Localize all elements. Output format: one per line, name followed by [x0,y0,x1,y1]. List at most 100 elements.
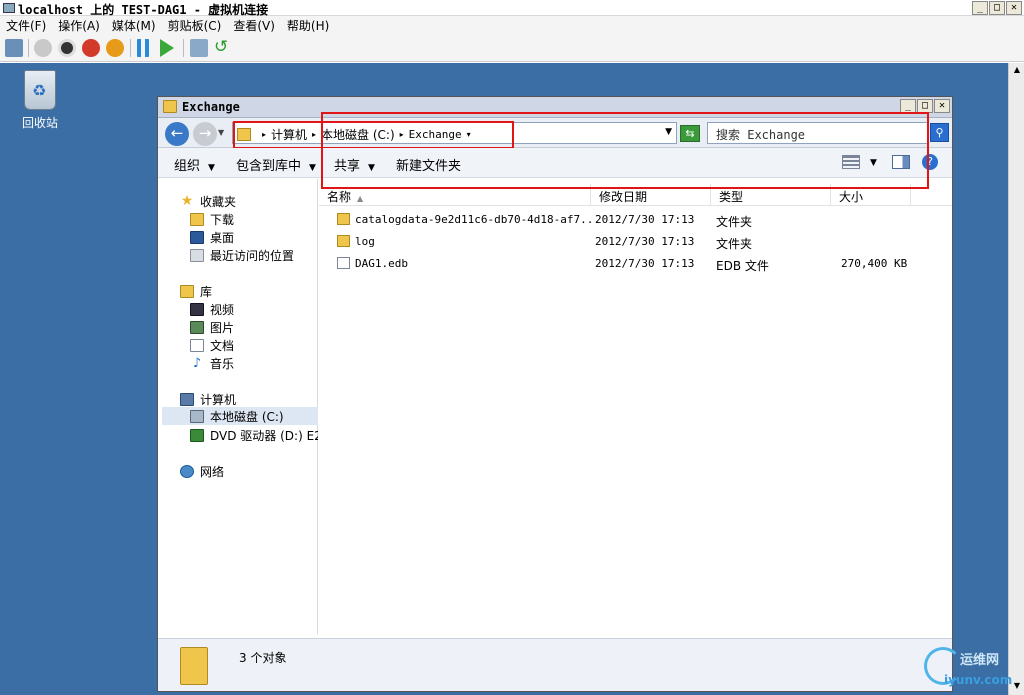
search-icon[interactable]: ⚲ [930,123,949,142]
forward-button[interactable]: → [193,122,217,146]
nav-local-disk-label: 本地磁盘 (C:) [210,409,284,424]
toolbar-separator [28,39,29,57]
recycle-bin-label: 回收站 [21,116,58,130]
folder-icon [337,235,350,247]
explorer-minimize-button[interactable]: _ [900,99,916,113]
nav-computer[interactable]: 计算机 [180,391,236,408]
explorer-maximize-button[interactable]: □ [917,99,933,113]
nav-favorites-label: 收藏夹 [200,195,237,209]
file-list-pane: 名称 ▲ 修改日期 类型 大小 catalogdata-9e2d11c6-db70… [319,179,952,634]
revert-icon[interactable]: ↺ [214,39,232,57]
navigation-pane: ★ 收藏夹 下载 桌面 最近访问的位置 库 视频 图片 文档 ♪ 音乐 计算机 本地… [158,179,318,634]
network-icon [180,465,194,478]
folder-icon [180,647,208,685]
vm-toolbar: ↺ [0,34,1024,62]
watermark-url: iyunv.com [944,673,1013,687]
nav-computer-label: 计算机 [200,393,237,407]
drive-icon [190,409,204,423]
start-icon[interactable] [34,39,52,57]
nav-desktop[interactable]: 桌面 [190,229,234,246]
shutdown-icon[interactable] [82,39,100,57]
chevron-down-icon: ▼ [208,163,215,173]
computer-icon [180,393,194,406]
library-icon [180,285,194,298]
back-button[interactable]: ← [165,122,189,146]
nav-videos[interactable]: 视频 [190,301,234,318]
documents-icon [190,339,204,352]
nav-dvd-drive-label: DVD 驱动器 (D:) E2 [210,429,318,443]
watermark-text: 运维网 [960,653,1000,668]
toolbar-separator [130,39,131,57]
folder-icon [163,100,177,113]
nav-local-disk[interactable]: 本地磁盘 (C:) [162,407,318,425]
column-name-label: 名称 [327,190,352,204]
nav-documents[interactable]: 文档 [190,337,234,354]
nav-downloads[interactable]: 下载 [190,211,234,228]
nav-recent-places[interactable]: 最近访问的位置 [190,247,294,264]
desktop-scrollbar[interactable]: ▲ ▼ [1008,63,1024,695]
explorer-close-button[interactable]: ✕ [934,99,950,113]
menu-help[interactable]: 帮助(H) [281,16,335,34]
nav-recent-places-label: 最近访问的位置 [210,249,295,263]
table-row[interactable]: DAG1.edb 2012/7/30 17:13 EDB 文件 270,400 … [319,253,919,275]
music-icon: ♪ [192,356,202,371]
nav-desktop-label: 桌面 [210,231,235,245]
recent-pages-chevron-icon[interactable]: ▼ [218,128,224,137]
nav-documents-label: 文档 [210,339,235,353]
menu-clipboard[interactable]: 剪贴板(C) [162,16,228,34]
video-icon [190,303,204,316]
table-row[interactable]: catalogdata-9e2d11c6-db70-4d18-af7... 20… [319,209,919,231]
nav-pictures-label: 图片 [210,321,235,335]
menu-view[interactable]: 查看(V) [227,16,281,34]
file-size: 270,400 KB [841,257,908,270]
menu-action[interactable]: 操作(A) [52,16,106,34]
table-row[interactable]: log 2012/7/30 17:13 文件夹 [319,231,919,253]
vm-connection-icon [3,3,15,13]
menu-file[interactable]: 文件(F) [0,16,52,34]
vm-titlebar: localhost 上的 TEST-DAG1 - 虚拟机连接 _ □ ✕ [0,0,1024,17]
nav-pictures[interactable]: 图片 [190,319,234,336]
file-date: 2012/7/30 17:13 [595,257,695,270]
dvd-drive-icon [190,429,204,442]
include-in-library-button[interactable]: 包含到库中 ▼ [236,155,316,174]
nav-network-label: 网络 [200,465,225,479]
pause-icon[interactable] [137,39,149,57]
explorer-window: Exchange _ □ ✕ ← → ▼ ▸ 计算机 ▸ 本地磁盘 (C:) ▸… [157,96,953,692]
file-type: 文件夹 [716,215,753,229]
pictures-icon [190,321,204,334]
desktop-icon [190,231,204,244]
nav-network[interactable]: 网络 [180,463,224,480]
file-name: log [355,235,375,248]
nav-music[interactable]: ♪ 音乐 [190,355,234,372]
recycle-bin[interactable]: 回收站 [16,70,64,131]
nav-dvd-drive[interactable]: DVD 驱动器 (D:) E2 [190,427,318,444]
explorer-title: Exchange [182,100,240,114]
explorer-window-controls: _ □ ✕ [900,99,950,113]
vm-window-controls: _ □ ✕ [972,1,1022,15]
vm-menubar: 文件(F) 操作(A) 媒体(M) 剪贴板(C) 查看(V) 帮助(H) [0,16,1024,34]
file-highlight-box [321,112,929,189]
details-pane: 3 个对象 [158,638,952,691]
resume-icon[interactable] [160,39,174,57]
nav-libraries[interactable]: 库 [180,283,212,300]
nav-favorites[interactable]: ★ 收藏夹 [180,193,236,210]
turn-off-icon[interactable] [58,39,76,57]
include-in-library-label: 包含到库中 [236,159,302,174]
object-count: 3 个对象 [239,651,287,665]
menu-media[interactable]: 媒体(M) [106,16,162,34]
maximize-button[interactable]: □ [989,1,1005,15]
toolbar-separator [183,39,184,57]
organize-label: 组织 [174,159,201,174]
nav-libraries-label: 库 [200,285,213,299]
minimize-button[interactable]: _ [972,1,988,15]
close-button[interactable]: ✕ [1006,1,1022,15]
save-state-icon[interactable] [106,39,124,57]
scroll-up-icon[interactable]: ▲ [1011,65,1023,77]
file-name: catalogdata-9e2d11c6-db70-4d18-af7... [355,213,601,226]
star-icon: ★ [180,193,194,209]
ctrl-alt-del-icon[interactable] [5,39,23,57]
snapshot-icon[interactable] [190,39,208,57]
chevron-down-icon: ▼ [309,163,316,173]
downloads-folder-icon [190,213,204,226]
organize-button[interactable]: 组织 ▼ [174,155,215,174]
